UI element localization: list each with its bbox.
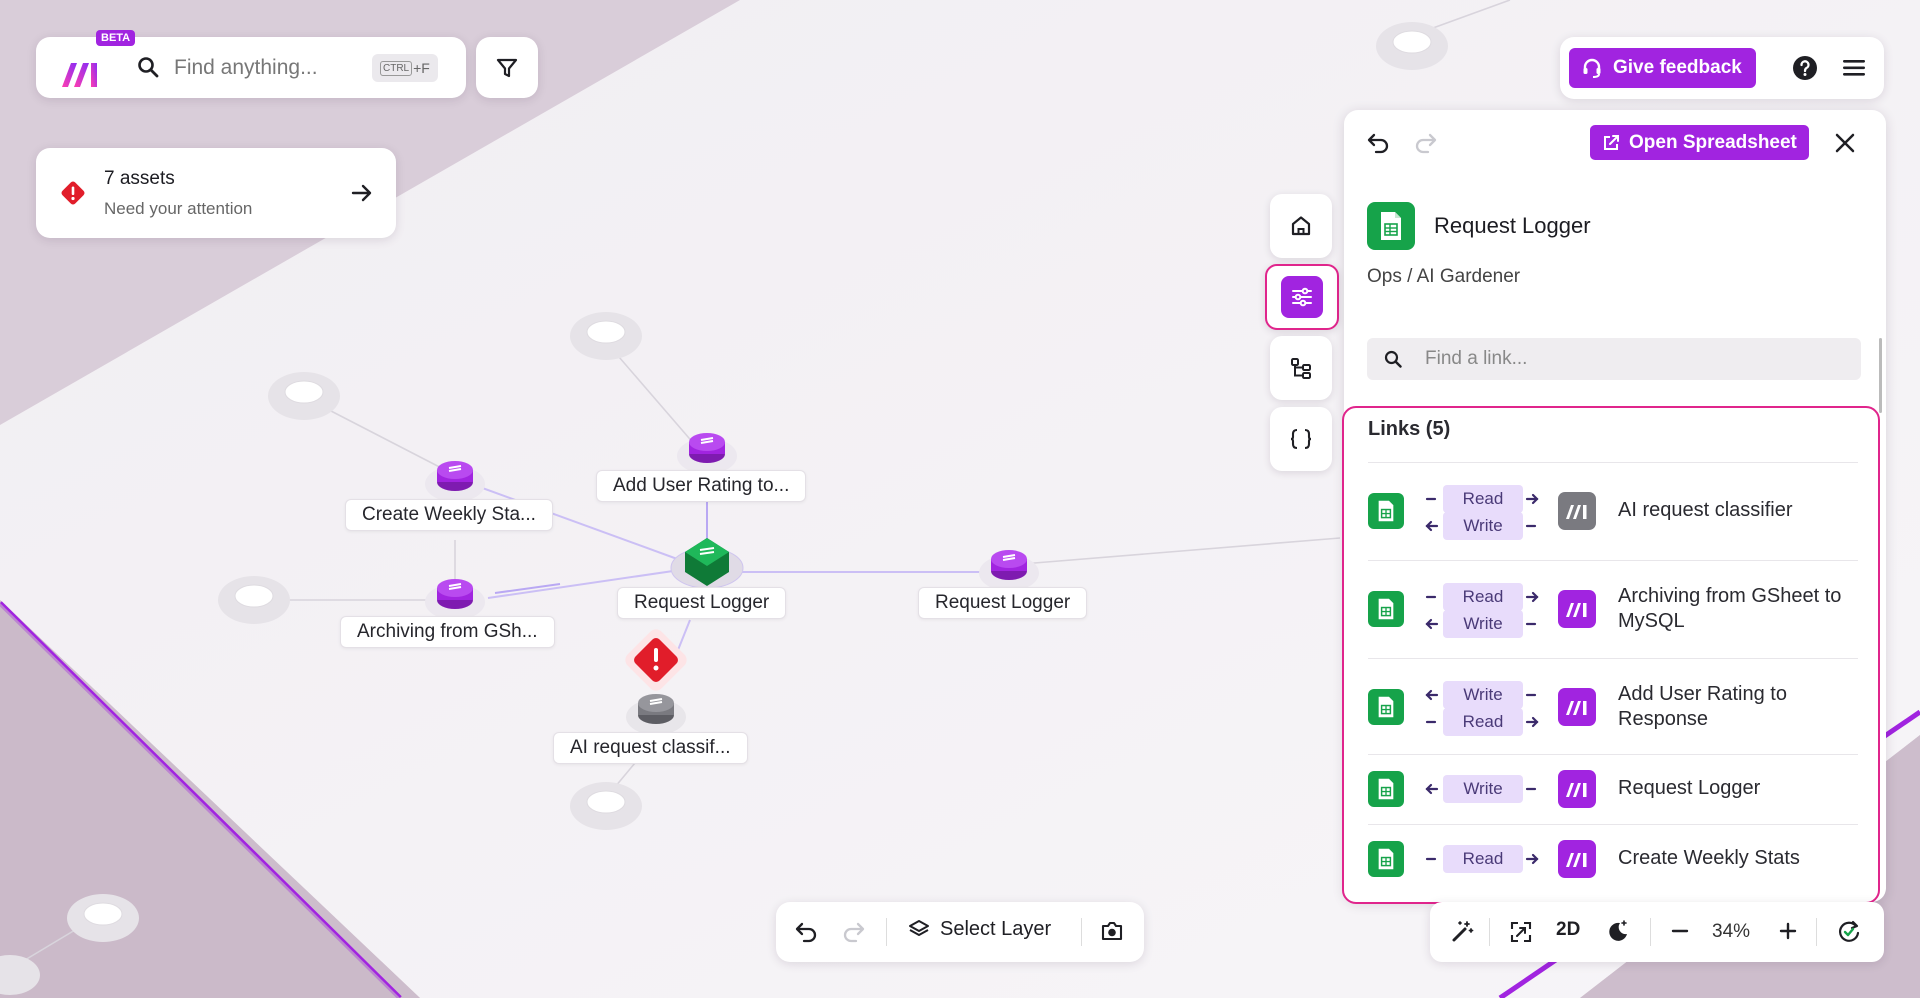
beta-badge: BETA [96,30,136,46]
link-name: Request Logger [1618,777,1761,799]
make-scenario-icon [1558,770,1596,808]
dark-mode-icon[interactable] [1606,919,1630,943]
link-row-create-weekly-stats[interactable]: Read Create Weekly Stats [1368,824,1858,896]
hierarchy-view-button[interactable] [1270,336,1332,400]
redo-icon[interactable] [1414,132,1438,154]
make-scenario-icon [1558,590,1596,628]
layers-icon [908,919,930,941]
node-label-archiving[interactable]: Archiving from GSh... [340,616,555,648]
make-logo-icon[interactable] [58,51,116,91]
write-label: Write [1443,512,1523,540]
view-toolbar: 2D 34% [1430,902,1884,962]
search-icon [1384,350,1402,368]
links-section: Links (5) Read Write AI request classifi… [1342,406,1880,904]
give-feedback-label: Give feedback [1613,57,1742,78]
open-spreadsheet-button[interactable]: Open Spreadsheet [1590,125,1809,160]
read-label: Read [1443,845,1523,873]
read-label: Read [1443,485,1523,513]
code-view-button[interactable] [1270,407,1332,471]
link-row-request-logger[interactable]: Write Request Logger [1368,754,1858,824]
arrow-right-icon[interactable] [350,181,374,205]
link-name: AI request classifier [1618,499,1793,521]
link-search-field [1367,338,1861,380]
toolbar-divider [1081,918,1082,946]
hierarchy-icon [1289,356,1313,380]
warning-icon [60,180,86,206]
google-sheets-icon [1368,771,1404,807]
node-label-request-logger[interactable]: Request Logger [617,587,787,619]
google-sheets-icon [1368,493,1404,529]
attention-count: 7 assets [104,168,175,189]
google-sheets-icon [1368,689,1404,725]
link-name: Archiving from GSheet to MySQL [1618,585,1842,632]
keyboard-shortcut-hint: CTRL +F [372,54,438,82]
read-label: Read [1443,583,1523,611]
magic-wand-icon[interactable] [1450,920,1474,944]
link-row-ai-request-classifier[interactable]: Read Write AI request classifier [1368,462,1858,560]
search-icon [137,56,159,78]
headset-icon [1581,57,1603,79]
select-layer-button[interactable]: Select Layer [908,918,1051,941]
shortcut-suffix: +F [413,60,430,76]
make-scenario-icon [1558,840,1596,878]
google-sheets-icon [1368,841,1404,877]
link-name: Add User Rating to Response [1618,683,1787,730]
panel-title: Request Logger [1434,213,1591,238]
node-label-create-weekly-stats[interactable]: Create Weekly Sta... [345,499,553,531]
top-right-toolbar: Give feedback [1560,37,1884,99]
braces-icon [1289,427,1313,451]
google-sheets-icon [1368,591,1404,627]
make-scenario-icon [1558,492,1596,530]
node-label-ai-request-classifier[interactable]: AI request classif... [553,732,748,764]
global-search-bar: BETA CTRL +F [36,30,466,98]
google-sheets-icon [1367,202,1415,250]
hamburger-menu-icon[interactable] [1842,57,1866,79]
links-title: Links (5) [1368,418,1451,440]
close-icon[interactable] [1834,132,1856,154]
panel-scrollbar[interactable] [1879,338,1882,413]
canvas-toolbar: Select Layer [776,902,1144,962]
sliders-icon [1290,285,1314,309]
breadcrumb: Ops / AI Gardener [1367,266,1521,287]
write-label: Write [1443,681,1523,709]
undo-icon[interactable] [794,921,818,943]
zoom-out-icon[interactable] [1670,921,1690,941]
select-layer-label: Select Layer [940,918,1052,940]
camera-icon[interactable] [1100,920,1124,942]
make-scenario-icon [1558,688,1596,726]
attention-card[interactable]: 7 assets Need your attention [36,148,396,238]
sync-check-icon[interactable] [1836,919,1862,945]
zoom-level: 34% [1712,921,1751,942]
external-link-icon [1602,134,1620,152]
toolbar-divider [1650,918,1651,946]
global-search-input[interactable] [174,53,374,83]
redo-icon[interactable] [842,921,866,943]
filter-button[interactable] [476,37,538,98]
give-feedback-button[interactable]: Give feedback [1569,48,1756,88]
read-label: Read [1443,708,1523,736]
undo-icon[interactable] [1366,132,1390,154]
attention-subtitle: Need your attention [104,199,253,218]
toolbar-divider [1816,918,1817,946]
open-spreadsheet-label: Open Spreadsheet [1629,131,1797,153]
node-label-request-logger-scenario[interactable]: Request Logger [918,587,1088,619]
zoom-in-icon[interactable] [1778,921,1798,941]
links-view-button[interactable] [1265,264,1339,330]
write-label: Write [1443,775,1523,803]
filter-icon [496,57,518,79]
link-search-input[interactable] [1425,344,1845,374]
shortcut-key: CTRL [380,60,413,76]
toolbar-divider [1489,918,1490,946]
toolbar-divider [886,918,887,946]
fit-to-screen-icon[interactable] [1510,921,1532,943]
link-row-archiving[interactable]: Read Write Archiving from GSheet to MySQ… [1368,560,1858,658]
home-icon [1289,214,1313,238]
view-mode-toggle[interactable]: 2D [1556,919,1580,941]
link-row-add-user-rating[interactable]: Write Read Add User Rating to Response [1368,658,1858,754]
node-label-add-user-rating[interactable]: Add User Rating to... [596,470,807,502]
home-button[interactable] [1270,194,1332,258]
help-icon[interactable] [1792,55,1818,81]
link-name: Create Weekly Stats [1618,847,1800,869]
write-label: Write [1443,610,1523,638]
